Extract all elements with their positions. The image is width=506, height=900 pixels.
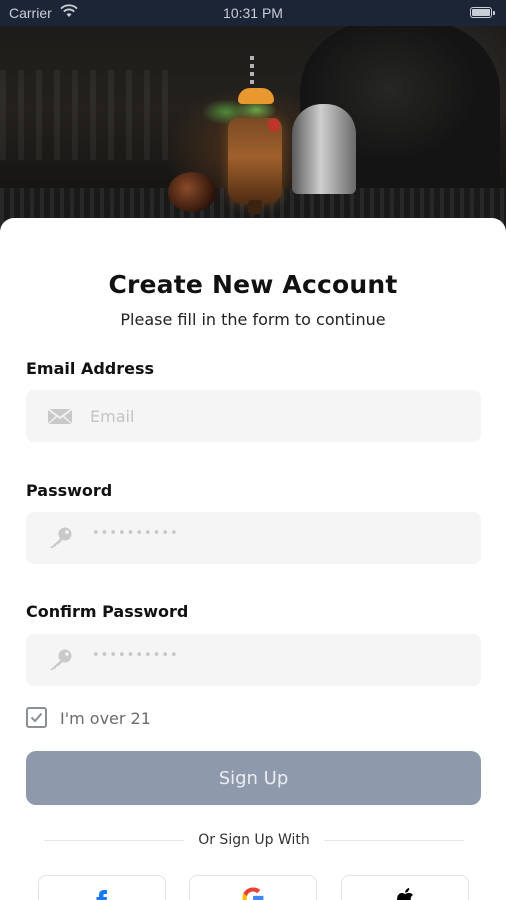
signup-card: Create New Account Please fill in the fo… (0, 218, 506, 900)
email-label: Email Address (26, 359, 155, 378)
password-input[interactable]: •••••••••• (92, 526, 179, 541)
page-subtitle: Please fill in the form to continue (120, 310, 386, 329)
orange-slice (238, 88, 274, 104)
strainer (168, 172, 216, 212)
bar-shelf (0, 70, 180, 160)
divider-line-right (324, 840, 464, 841)
facebook-signup-button[interactable] (38, 875, 166, 900)
email-input[interactable] (90, 390, 470, 442)
page-title: Create New Account (108, 270, 398, 299)
cocktail-shaker (292, 104, 356, 194)
apple-signup-button[interactable] (341, 875, 469, 900)
google-signup-button[interactable] (189, 875, 317, 900)
hero-image (0, 0, 506, 240)
age-check-label: I'm over 21 (60, 709, 151, 728)
clock: 10:31 PM (223, 5, 283, 21)
berry (268, 118, 280, 132)
email-field[interactable] (26, 390, 481, 442)
facebook-icon (96, 890, 107, 900)
social-divider: Or Sign Up With (44, 830, 464, 850)
status-bar: Carrier 10:31 PM (0, 0, 506, 26)
sign-up-button[interactable]: Sign Up (26, 751, 481, 805)
google-icon (242, 887, 264, 900)
key-icon (50, 527, 72, 548)
apple-icon (397, 888, 413, 900)
checkmark-icon (30, 712, 43, 723)
glass-base (248, 200, 262, 214)
age-checkbox[interactable] (26, 707, 47, 728)
confirm-password-label: Confirm Password (26, 602, 189, 621)
password-field[interactable]: •••••••••• (26, 512, 481, 564)
key-icon (50, 649, 72, 670)
battery-icon (470, 7, 495, 18)
confirm-password-field[interactable]: •••••••••• (26, 634, 481, 686)
envelope-icon (47, 408, 73, 425)
confirm-password-input[interactable]: •••••••••• (92, 648, 179, 663)
password-label: Password (26, 481, 113, 500)
